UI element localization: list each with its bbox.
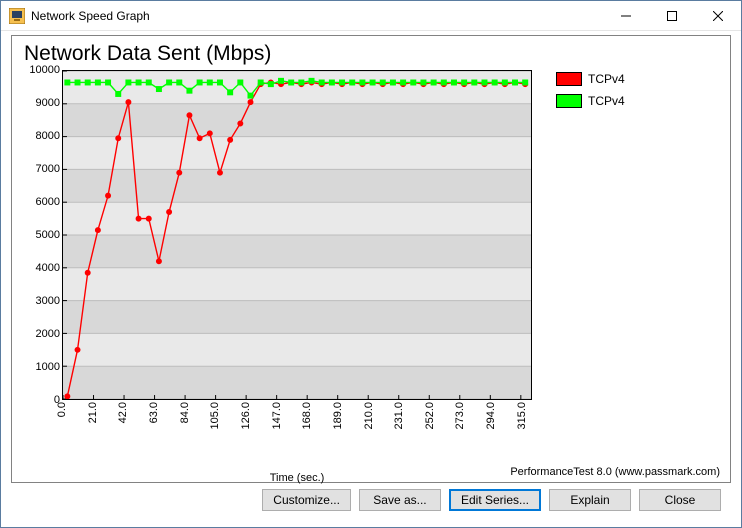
x-tick-label: 273.0 [454,402,466,430]
explain-button[interactable]: Explain [549,489,631,511]
legend-item: TCPv4 [556,94,625,108]
x-tick-label: 42.0 [117,402,129,423]
legend-label: TCPv4 [588,94,625,108]
window-title: Network Speed Graph [31,9,150,23]
y-tick-label: 8000 [36,130,60,142]
x-tick-label: 84.0 [179,402,191,423]
x-tick-label: 231.0 [393,402,405,430]
app-icon [9,8,25,24]
chart-title: Network Data Sent (Mbps) [24,42,720,66]
y-tick-label: 7000 [36,163,60,175]
close-window-button[interactable] [695,1,741,31]
x-tick-label: 294.0 [485,402,497,430]
button-row: Customize... Save as... Edit Series... E… [11,489,731,511]
credit-text: PerformanceTest 8.0 (www.passmark.com) [510,466,720,478]
title-bar: Network Speed Graph [1,1,741,31]
y-tick-label: 3000 [36,295,60,307]
x-tick-label: 63.0 [148,402,160,423]
x-tick-label: 210.0 [363,402,375,430]
x-axis-label: Time (sec.) [62,472,532,484]
legend-label: TCPv4 [588,72,625,86]
x-tick-label: 189.0 [332,402,344,430]
x-tick-label: 126.0 [240,402,252,430]
y-tick-label: 4000 [36,262,60,274]
x-tick-label: 21.0 [87,402,99,423]
x-tick-label: 105.0 [209,402,221,430]
x-tick-label: 315.0 [516,402,528,430]
y-tick-label: 10000 [29,64,60,76]
x-tick-label: 168.0 [301,402,313,430]
customize-button[interactable]: Customize... [262,489,351,511]
minimize-button[interactable] [603,1,649,31]
y-tick-label: 2000 [36,328,60,340]
chart-legend: TCPv4 TCPv4 [556,70,625,116]
save-as-button[interactable]: Save as... [359,489,441,511]
y-tick-label: 5000 [36,229,60,241]
x-tick-label: 0.0 [56,402,68,417]
x-tick-label: 147.0 [271,402,283,430]
legend-swatch [556,72,582,86]
graph-panel: Network Data Sent (Mbps) 010002000300040… [11,35,731,483]
edit-series-button[interactable]: Edit Series... [449,489,541,511]
x-tick-label: 252.0 [424,402,436,430]
y-tick-label: 9000 [36,97,60,109]
chart-plot-area [62,70,532,400]
y-tick-label: 6000 [36,196,60,208]
legend-item: TCPv4 [556,72,625,86]
y-tick-label: 1000 [36,361,60,373]
close-button[interactable]: Close [639,489,721,511]
legend-swatch [556,94,582,108]
maximize-button[interactable] [649,1,695,31]
